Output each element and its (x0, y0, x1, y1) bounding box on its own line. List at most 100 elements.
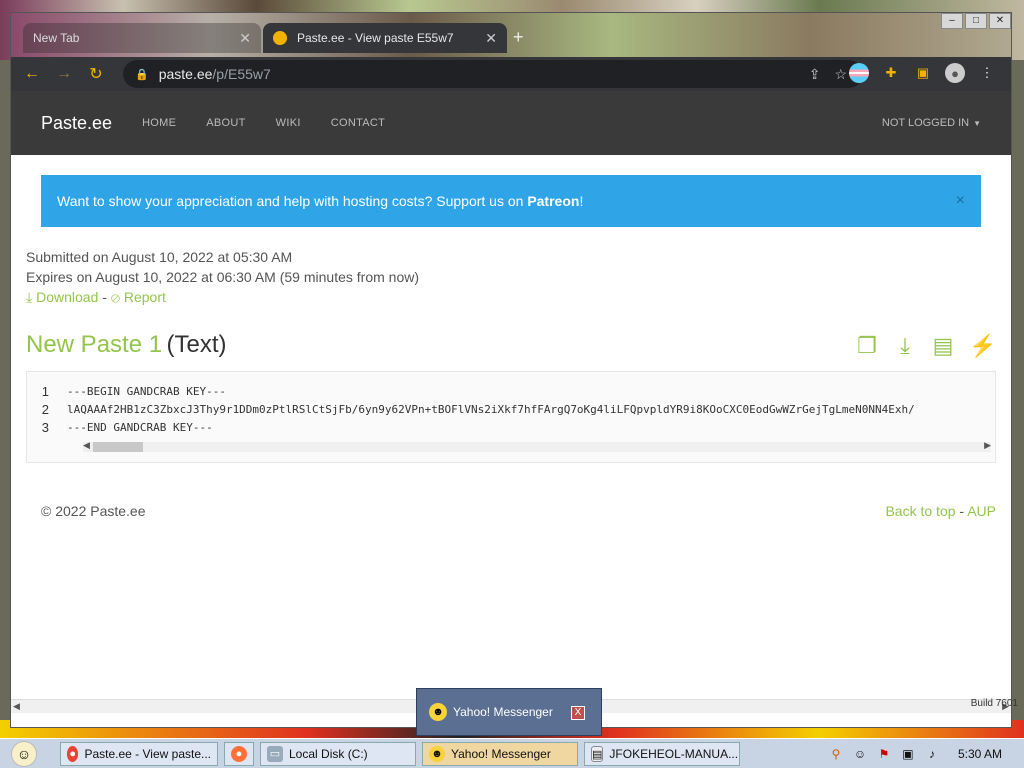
download-icon[interactable]: ⤓ (893, 333, 917, 359)
copy-clipboard-icon[interactable]: ❐ (855, 333, 879, 359)
nav-contact[interactable]: CONTACT (331, 117, 385, 129)
code-text: ---BEGIN GANDCRAB KEY--- (67, 384, 226, 398)
taskbar-item-yahoo-messenger[interactable]: ☻ Yahoo! Messenger (422, 741, 578, 766)
address-bar[interactable]: 🔒 paste.ee/p/E55w7 ⇪ ☆ (123, 60, 863, 88)
extension-flag-icon[interactable] (849, 63, 869, 83)
footer-separator: - (959, 503, 965, 519)
login-dropdown[interactable]: NOT LOGGED IN ▼ (882, 117, 981, 129)
bookmark-star-icon[interactable]: ☆ (834, 66, 847, 83)
tab-title: Paste.ee - View paste E55w7 (297, 31, 454, 45)
minimize-button[interactable]: – (941, 13, 963, 29)
paste-type: (Text) (166, 331, 227, 358)
reload-icon[interactable]: ↻ (83, 61, 109, 87)
tab-new-tab[interactable]: New Tab ✕ (23, 23, 261, 53)
paste-header: New Paste 1 (Text) ❐ ⤓ ▤ ⚡ (11, 307, 1011, 363)
back-to-top-link[interactable]: Back to top (885, 503, 955, 519)
patreon-link[interactable]: Patreon (527, 193, 579, 209)
popup-label: Yahoo! Messenger (453, 705, 553, 719)
aup-link[interactable]: AUP (967, 503, 996, 519)
expires-date: Expires on August 10, 2022 at 06:30 AM (… (26, 269, 419, 285)
site-navbar: Paste.ee HOME ABOUT WIKI CONTACT NOT LOG… (11, 91, 1011, 155)
taskbar-item-chrome[interactable]: ● Paste.ee - View paste... (60, 741, 218, 766)
back-arrow-icon[interactable]: ← (19, 61, 45, 87)
maximize-button[interactable]: □ (965, 13, 987, 29)
site-brand[interactable]: Paste.ee (41, 113, 112, 134)
paste-title: New Paste 1 (26, 331, 163, 358)
line-number: 1 (41, 383, 49, 399)
yahoo-smiley-icon: ☻ (429, 745, 445, 762)
side-panel-icon[interactable]: ▣ (913, 63, 933, 83)
embed-plug-icon[interactable]: ⚡ (969, 333, 996, 359)
volume-icon[interactable]: ♪ (924, 746, 940, 762)
new-tab-button[interactable]: + (513, 27, 524, 48)
start-button[interactable]: ☺ (0, 739, 48, 768)
extensions-puzzle-icon[interactable]: ✚ (881, 63, 901, 83)
code-text: ---END GANDCRAB KEY--- (67, 420, 213, 434)
url-path: /p/E55w7 (212, 66, 271, 82)
close-icon[interactable]: ✕ (485, 30, 497, 47)
patreon-alert: Want to show your appreciation and help … (41, 175, 981, 227)
taskbar-item-firefox[interactable]: ● (224, 741, 254, 766)
popup-close-button[interactable]: X (571, 706, 585, 720)
site-footer: © 2022 Paste.ee Back to top - AUP (11, 463, 1011, 519)
clock[interactable]: 5:30 AM (958, 747, 1002, 761)
code-horizontal-scrollbar[interactable]: ◀ ▶ (83, 440, 991, 452)
alert-text: Want to show your appreciation and help … (57, 193, 584, 209)
search-icon[interactable]: ⚲ (828, 746, 844, 762)
scrollbar-thumb[interactable] (93, 442, 143, 452)
lock-icon: 🔒 (135, 68, 149, 81)
code-line: 2 lAQAAAf2HB1zC3ZbxcJ3Thy9r1DDm0zPtlRSlC… (27, 400, 995, 418)
tab-paste-ee[interactable]: Paste.ee - View paste E55w7 ✕ (263, 23, 507, 53)
flag-tray-icon[interactable]: ⚑ (876, 746, 892, 762)
tab-title: New Tab (33, 31, 80, 45)
taskbar-item-label: Local Disk (C:) (289, 746, 368, 761)
paste-actions: ❐ ⤓ ▤ ⚡ (855, 333, 996, 359)
caret-down-icon: ▼ (973, 119, 981, 128)
menu-kebab-icon[interactable]: ⋮ (977, 63, 997, 83)
network-icon[interactable]: ▣ (900, 746, 916, 762)
taskbar-item-local-disk[interactable]: ▭ Local Disk (C:) (260, 741, 416, 766)
close-window-button[interactable]: ✕ (989, 13, 1011, 29)
close-icon[interactable]: ✕ (239, 30, 251, 47)
tab-strip: New Tab ✕ Paste.ee - View paste E55w7 ✕ … (11, 13, 1011, 57)
taskbar-item-manual[interactable]: ▤ JFOKEHEOL-MANUA... (584, 741, 740, 766)
taskbar-item-label: JFOKEHEOL-MANUA... (609, 746, 739, 761)
text-file-icon: ▤ (591, 745, 604, 762)
profile-avatar-icon[interactable]: ● (945, 63, 965, 83)
browser-window: New Tab ✕ Paste.ee - View paste E55w7 ✕ … (10, 12, 1012, 728)
scroll-left-arrow-icon[interactable]: ◀ (13, 701, 20, 712)
firefox-icon: ● (231, 745, 247, 762)
raw-document-icon[interactable]: ▤ (931, 333, 955, 359)
scroll-left-arrow-icon[interactable]: ◀ (83, 440, 90, 451)
system-tray: ⚲ ☺ ⚑ ▣ ♪ 5:30 AM (828, 746, 1024, 762)
window-controls: – □ ✕ (939, 13, 1011, 29)
forward-arrow-icon[interactable]: → (51, 61, 77, 87)
code-line: 3 ---END GANDCRAB KEY--- (27, 418, 995, 436)
line-number: 3 (41, 419, 49, 435)
start-orb-icon: ☺ (11, 740, 37, 767)
paste-ee-favicon-icon (273, 31, 287, 45)
yahoo-smiley-icon: ☻ (429, 703, 447, 721)
submitted-date: Submitted on August 10, 2022 at 05:30 AM (26, 249, 293, 265)
alert-close-button[interactable]: × (956, 192, 965, 210)
code-block: 1 ---BEGIN GANDCRAB KEY--- 2 lAQAAAf2HB1… (26, 371, 996, 463)
report-link[interactable]: ⊘ Report (111, 289, 166, 305)
nav-home[interactable]: HOME (142, 117, 176, 129)
drive-icon: ▭ (267, 745, 283, 762)
browser-toolbar: ← → ↻ 🔒 paste.ee/p/E55w7 ⇪ ☆ ✚ ▣ ● ⋮ (11, 57, 1011, 91)
yahoo-messenger-popup[interactable]: ☻ Yahoo! Messenger X (416, 688, 602, 736)
smiley-tray-icon[interactable]: ☺ (852, 746, 868, 762)
taskbar-item-label: Paste.ee - View paste... (84, 746, 211, 761)
share-icon[interactable]: ⇪ (809, 66, 821, 83)
taskbar-item-label: Yahoo! Messenger (451, 746, 551, 761)
chrome-icon: ● (67, 745, 79, 762)
nav-wiki[interactable]: WIKI (276, 117, 301, 129)
line-number: 2 (41, 401, 49, 417)
page-viewport: Paste.ee HOME ABOUT WIKI CONTACT NOT LOG… (11, 91, 1011, 713)
download-link[interactable]: ⤓ Download (26, 289, 98, 305)
url-host: paste.ee (158, 66, 213, 82)
login-label: NOT LOGGED IN (881, 117, 970, 129)
scroll-right-arrow-icon[interactable]: ▶ (984, 440, 991, 451)
copyright: © 2022 Paste.ee (41, 503, 146, 519)
nav-about[interactable]: ABOUT (206, 117, 245, 129)
